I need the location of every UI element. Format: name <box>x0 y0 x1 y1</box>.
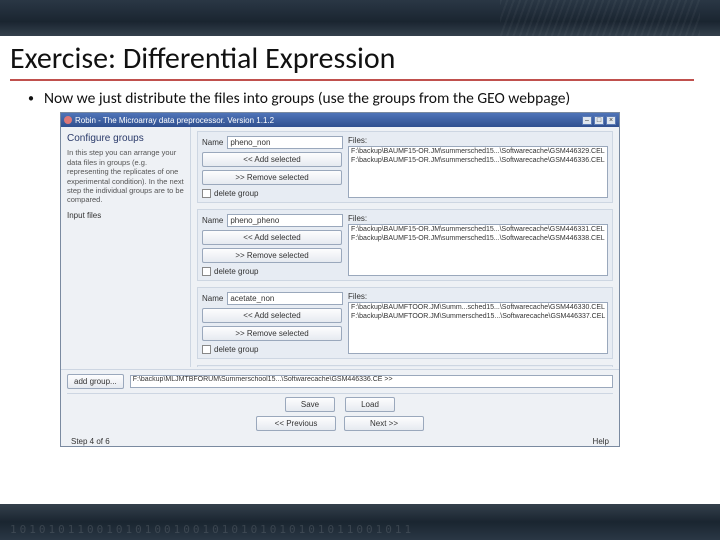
title-underline <box>10 79 694 81</box>
remove-selected-label: >> Remove selected <box>235 251 308 260</box>
delete-group-checkbox[interactable] <box>202 267 211 276</box>
remove-selected-label: >> Remove selected <box>235 329 308 338</box>
group-panel: Name << Add selected >> Remove selected … <box>197 131 613 203</box>
group-panel: Name << Add selected >> Remove selected … <box>197 209 613 281</box>
file-entry[interactable]: F:\backup\BAUMF15-OR.JM\summersched15...… <box>351 148 605 157</box>
app-icon <box>64 116 72 124</box>
bullet-text: Now we just distribute the files into gr… <box>44 89 570 108</box>
remove-selected-label: >> Remove selected <box>235 173 308 182</box>
previous-label: << Previous <box>275 419 318 428</box>
name-label: Name <box>202 138 223 147</box>
page-title: Exercise: Differential Expression <box>0 36 720 79</box>
load-label: Load <box>361 400 379 409</box>
delete-group-label: delete group <box>214 267 258 276</box>
files-listbox[interactable]: F:\backup\BAUMF15-OR.JM\summersched15...… <box>348 224 608 276</box>
add-path-field[interactable]: F:\backup\MLJMTBFORUM\Summerschool15...\… <box>130 375 613 388</box>
add-selected-label: << Add selected <box>243 233 300 242</box>
group-name-input[interactable] <box>227 214 343 227</box>
window-titlebar[interactable]: Robin - The Microarray data preprocessor… <box>61 113 619 127</box>
load-button[interactable]: Load <box>345 397 395 412</box>
next-button[interactable]: Next >> <box>344 416 424 431</box>
sidebar-description: In this step you can arrange your data f… <box>67 148 184 204</box>
group-panel: Name << Add selected >> Remove selected … <box>197 365 613 367</box>
window-title: Robin - The Microarray data preprocessor… <box>75 116 274 125</box>
footer-panel: add group... F:\backup\MLJMTBFORUM\Summe… <box>61 369 619 446</box>
name-label: Name <box>202 294 223 303</box>
remove-selected-button[interactable]: >> Remove selected <box>202 170 342 185</box>
app-window: Robin - The Microarray data preprocessor… <box>60 112 620 447</box>
groups-area: Name << Add selected >> Remove selected … <box>191 127 619 367</box>
remove-selected-button[interactable]: >> Remove selected <box>202 326 342 341</box>
file-entry[interactable]: F:\backup\BAUMF15-OR.JM\summersched15...… <box>351 235 605 244</box>
add-selected-button[interactable]: << Add selected <box>202 152 342 167</box>
files-listbox[interactable]: F:\backup\BAUMF15-OR.JM\summersched15...… <box>348 146 608 198</box>
file-entry[interactable]: F:\backup\BAUMF15-OR.JM\summersched15...… <box>351 157 605 166</box>
save-button[interactable]: Save <box>285 397 335 412</box>
add-selected-button[interactable]: << Add selected <box>202 230 342 245</box>
add-selected-label: << Add selected <box>243 155 300 164</box>
files-label: Files: <box>348 214 608 223</box>
delete-group-label: delete group <box>214 345 258 354</box>
add-selected-button[interactable]: << Add selected <box>202 308 342 323</box>
remove-selected-button[interactable]: >> Remove selected <box>202 248 342 263</box>
files-label: Files: <box>348 136 608 145</box>
group-panel: Name << Add selected >> Remove selected … <box>197 287 613 359</box>
minimize-icon[interactable]: – <box>582 116 592 125</box>
maximize-icon[interactable]: □ <box>594 116 604 125</box>
group-name-input[interactable] <box>227 136 343 149</box>
help-link[interactable]: Help <box>593 437 609 446</box>
previous-button[interactable]: << Previous <box>256 416 336 431</box>
bullet-dot-icon: • <box>28 92 34 107</box>
file-entry[interactable]: F:\backup\BAUMFTOOR.JM\Summersched15...\… <box>351 313 605 322</box>
close-icon[interactable]: × <box>606 116 616 125</box>
delete-group-checkbox[interactable] <box>202 345 211 354</box>
save-label: Save <box>301 400 319 409</box>
slide-bottom-band <box>0 504 720 540</box>
sidebar-heading: Configure groups <box>67 133 184 144</box>
sidebar: Configure groups In this step you can ar… <box>61 127 191 367</box>
delete-group-checkbox[interactable] <box>202 189 211 198</box>
step-indicator: Step 4 of 6 <box>71 437 110 446</box>
add-group-label: add group... <box>74 377 117 386</box>
file-entry[interactable]: F:\backup\BAUMF15-OR.JM\summersched15...… <box>351 226 605 235</box>
sidebar-input-label: Input files <box>67 211 184 220</box>
files-label: Files: <box>348 292 608 301</box>
slide-top-band <box>0 0 720 36</box>
group-name-input[interactable] <box>227 292 343 305</box>
delete-group-label: delete group <box>214 189 258 198</box>
files-listbox[interactable]: F:\backup\BAUMFTOOR.JM\Summ...sched15...… <box>348 302 608 354</box>
add-group-button[interactable]: add group... <box>67 374 124 389</box>
file-entry[interactable]: F:\backup\BAUMFTOOR.JM\Summ...sched15...… <box>351 304 605 313</box>
add-selected-label: << Add selected <box>243 311 300 320</box>
add-path-text: F:\backup\MLJMTBFORUM\Summerschool15...\… <box>133 376 393 383</box>
bullet-row: • Now we just distribute the files into … <box>0 87 720 112</box>
next-label: Next >> <box>370 419 398 428</box>
name-label: Name <box>202 216 223 225</box>
